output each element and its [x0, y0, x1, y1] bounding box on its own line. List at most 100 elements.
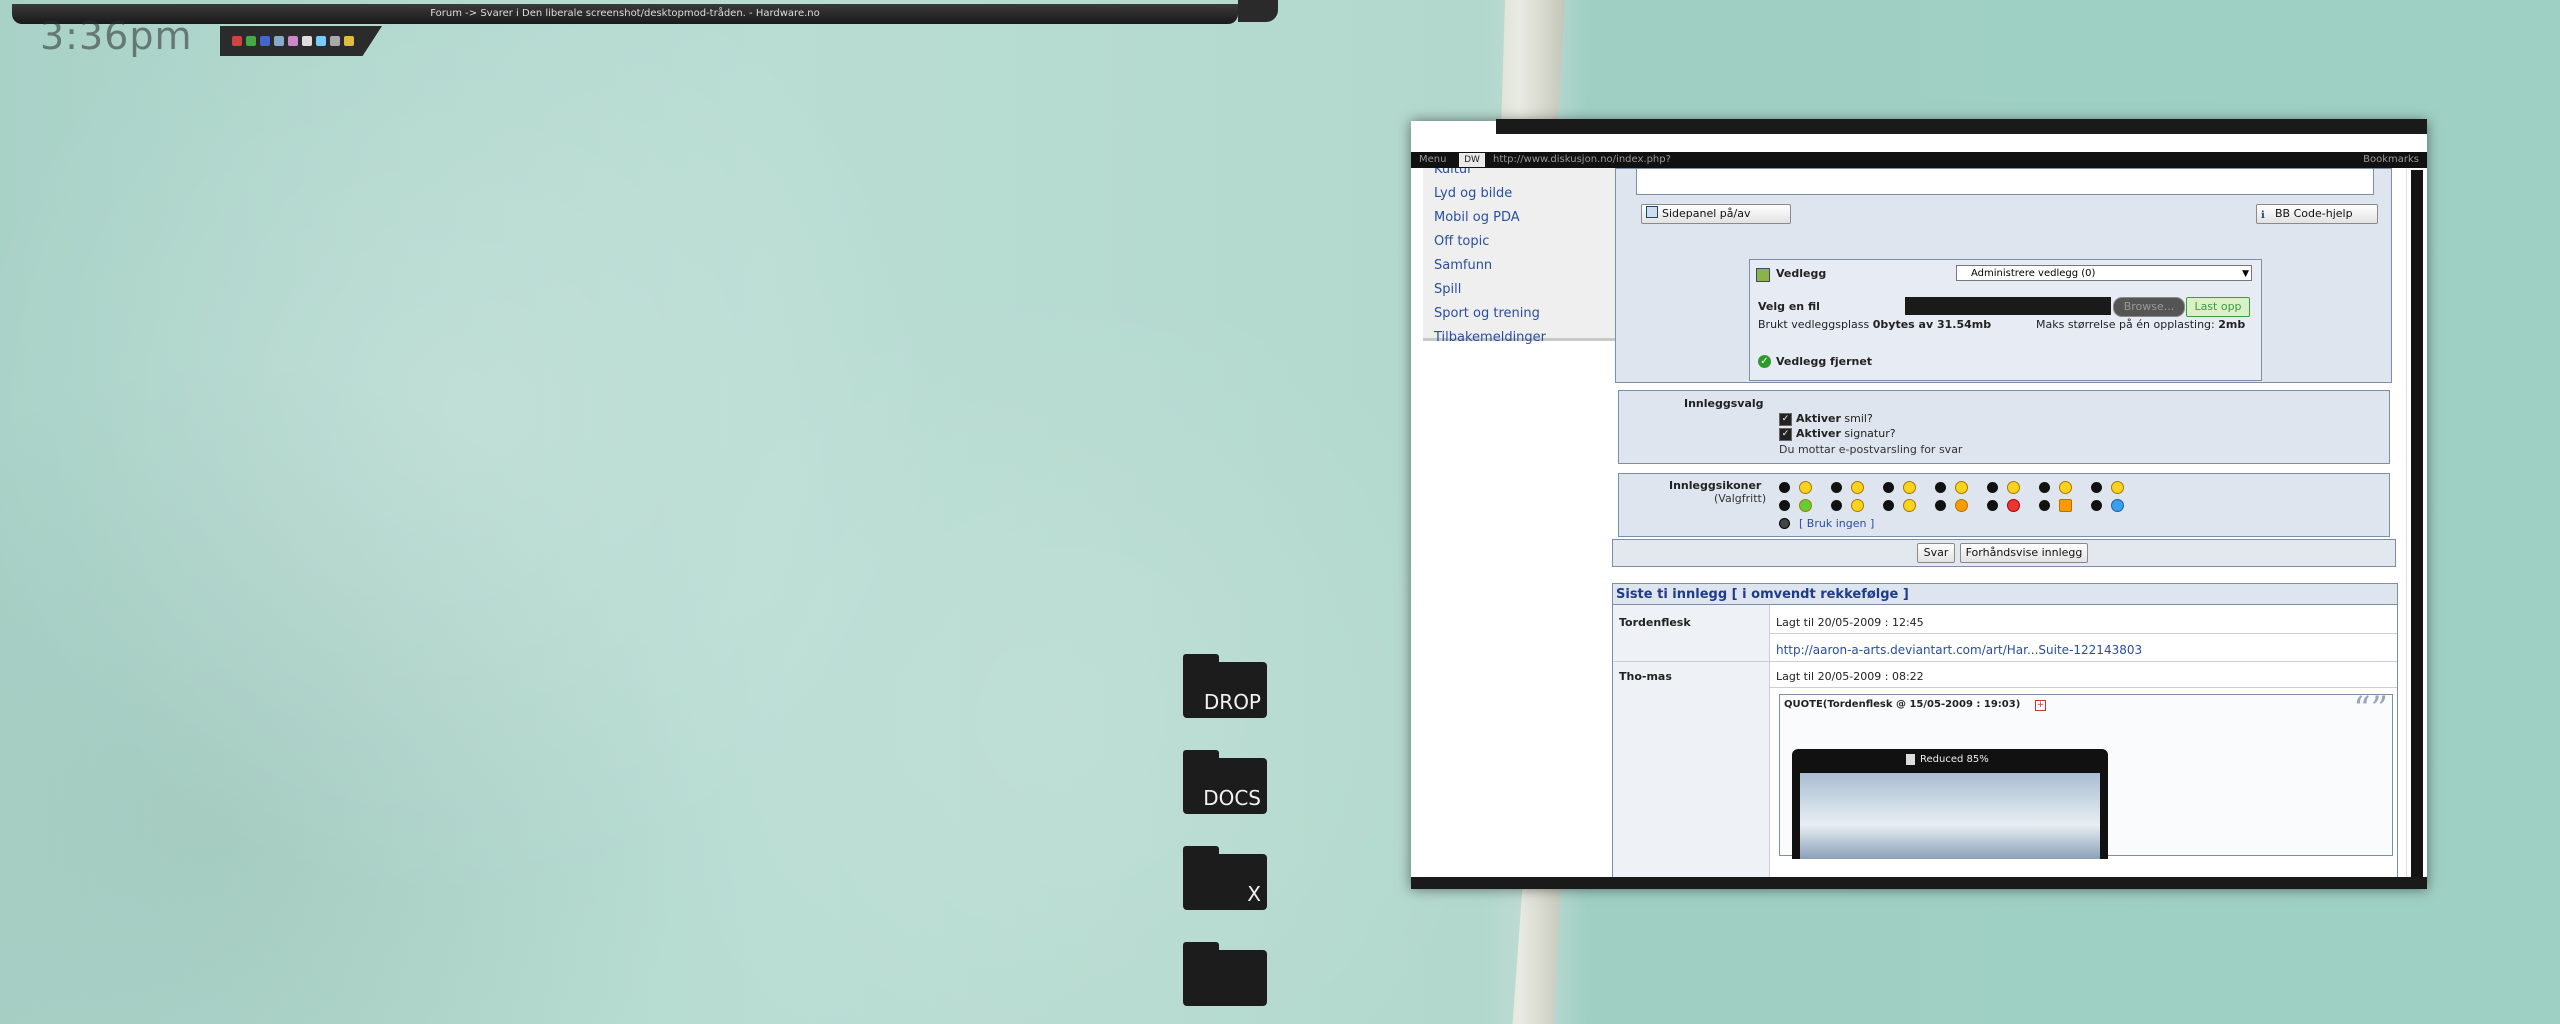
tray-app-icon[interactable]	[260, 36, 270, 46]
browse-button[interactable]: Browse...	[2113, 297, 2185, 317]
bookmarks-button[interactable]: Bookmarks	[2363, 152, 2419, 168]
sidebar-item-lyd-og-bilde[interactable]: Lyd og bilde	[1434, 186, 1512, 201]
panel-icon	[1646, 206, 1658, 218]
icon-radio[interactable]	[2039, 482, 2050, 493]
smile-icon	[2007, 481, 2020, 494]
question-icon	[2111, 499, 2124, 512]
sidebar-item-mobil-og-pda[interactable]: Mobil og PDA	[1434, 210, 1520, 225]
post-author: Tordenflesk	[1619, 616, 1691, 629]
sidebar-item-off-topic[interactable]: Off topic	[1434, 234, 1489, 249]
reduced-image[interactable]: Reduced 85%	[1792, 749, 2108, 859]
tray-app-icon[interactable]	[344, 36, 354, 46]
icon-radio[interactable]	[1779, 500, 1790, 511]
checkmark-icon: ✓	[1758, 355, 1771, 368]
post-author: Tho-mas	[1619, 670, 1672, 683]
icon-radio[interactable]	[1883, 500, 1894, 511]
window-title: Forum -> Svarer i Den liberale screensho…	[430, 8, 820, 19]
smile-icon	[1799, 481, 1812, 494]
scrollbar[interactable]	[2406, 168, 2427, 880]
reply-button[interactable]: Svar	[1917, 543, 1955, 563]
folder-drop[interactable]: DROP	[1183, 654, 1267, 718]
used-space: Brukt vedleggsplass 0bytes av 31.54mb	[1758, 318, 1991, 331]
sidepanel-label: Sidepanel på/av	[1662, 207, 1751, 220]
icon-radio[interactable]	[2091, 500, 2102, 511]
option-rest: signatur?	[1844, 427, 1896, 440]
tray-app-icon[interactable]	[330, 36, 340, 46]
scrollbar-thumb[interactable]	[2411, 170, 2423, 880]
choose-file-label: Velg en fil	[1758, 300, 1820, 313]
icon-grid	[1779, 481, 2159, 518]
folder-docs[interactable]: DOCS	[1183, 750, 1267, 814]
tray-app-icon[interactable]	[288, 36, 298, 46]
icon-radio[interactable]	[1935, 500, 1946, 511]
attachment-icon	[1756, 268, 1770, 282]
quote-marks-icon: “”	[2353, 689, 2388, 729]
smile-icon	[1851, 481, 1864, 494]
enable-smilies-checkbox[interactable]: ✓	[1779, 413, 1792, 426]
folder-label: X	[1247, 882, 1261, 906]
document-icon	[1906, 754, 1915, 765]
attachments-box: Vedlegg Administrere vedlegg (0) ▼ Velg …	[1749, 259, 2262, 381]
info-icon: ℹ	[2261, 210, 2265, 221]
enable-signature-label: Aktiver signatur?	[1796, 427, 1896, 440]
icon-radio[interactable]	[1935, 482, 1946, 493]
tray-app-icon[interactable]	[316, 36, 326, 46]
window-title-bar[interactable]: Forum -> Svarer i Den liberale screensho…	[12, 4, 1238, 24]
browser-toolbar: Menu DW http://www.diskusjon.no/index.ph…	[1411, 152, 2427, 168]
forum-sidebar: Kultur Lyd og bilde Mobil og PDA Off top…	[1423, 168, 1641, 345]
folder-label: DROP	[1203, 690, 1261, 714]
image-preview	[1800, 773, 2100, 859]
wallpaper	[0, 0, 1520, 1024]
email-notify-text: Du mottar e-postvarsling for svar	[1779, 443, 1963, 456]
message-textarea[interactable]	[1636, 169, 2374, 195]
sidebar-item-sport-og-trening[interactable]: Sport og trening	[1434, 306, 1540, 321]
folder-x[interactable]: X	[1183, 846, 1267, 910]
post-link[interactable]: http://aaron-a-arts.deviantart.com/art/H…	[1776, 643, 2142, 657]
bbcode-help-button[interactable]: ℹ BB Code-hjelp	[2256, 204, 2378, 224]
max-size-label: Maks størrelse på én opplasting:	[2036, 318, 2215, 331]
post-options-panel: Innleggsvalg ✓ Aktiver smil? ✓ Aktiver s…	[1618, 390, 2390, 464]
use-none-link[interactable]: [ Bruk ingen ]	[1799, 517, 1874, 530]
icon-radio[interactable]	[1831, 482, 1842, 493]
preview-button[interactable]: Forhåndsvise innlegg	[1960, 543, 2088, 563]
attachments-title: Vedlegg	[1776, 267, 1827, 280]
smile-icon	[2111, 481, 2124, 494]
address-bar[interactable]: http://www.diskusjon.no/index.php?	[1493, 152, 1671, 168]
tray-app-icon[interactable]	[232, 36, 242, 46]
tray-app-icon[interactable]	[302, 36, 312, 46]
sidebar-item-samfunn[interactable]: Samfunn	[1434, 258, 1492, 273]
smile-icon	[1903, 481, 1916, 494]
last-posts-header: Siste ti innlegg [ i omvendt rekkefølge …	[1616, 587, 1909, 602]
icon-radio[interactable]	[1779, 482, 1790, 493]
tray-app-icon[interactable]	[246, 36, 256, 46]
tray-app-icon[interactable]	[274, 36, 284, 46]
icon-radio[interactable]	[1831, 500, 1842, 511]
browser-title-strip[interactable]	[1496, 119, 2427, 134]
expand-icon[interactable]: +	[2035, 700, 2046, 711]
post-icons-title: Innleggsikoner	[1669, 479, 1762, 492]
browser-bottom-strip	[1411, 877, 2427, 889]
attachment-removed-message: Vedlegg fjernet	[1776, 355, 1873, 368]
sidebar-item-kultur[interactable]: Kultur	[1434, 168, 1472, 177]
used-space-value: 0bytes av 31.54mb	[1872, 318, 1992, 331]
menu-button[interactable]: Menu	[1419, 152, 1446, 168]
folder-unnamed[interactable]	[1183, 942, 1267, 1006]
sidebar-item-tilbakemeldinger[interactable]: Tilbakemeldinger	[1434, 330, 1546, 345]
icon-radio[interactable]	[2039, 500, 2050, 511]
option-bold: Aktiver	[1796, 427, 1841, 440]
upload-button[interactable]: Last opp	[2186, 297, 2250, 317]
post-meta: Lagt til 20/05-2009 : 08:22	[1776, 670, 1924, 683]
site-logo-icon[interactable]: DW	[1459, 153, 1485, 167]
author-column	[1613, 605, 1770, 877]
enable-signature-checkbox[interactable]: ✓	[1779, 428, 1792, 441]
file-path-input[interactable]	[1905, 297, 2111, 315]
icon-radio[interactable]	[1987, 482, 1998, 493]
icon-radio[interactable]	[1987, 500, 1998, 511]
icon-radio[interactable]	[1883, 482, 1894, 493]
sidepanel-toggle-button[interactable]: Sidepanel på/av	[1641, 204, 1791, 224]
attachments-select-value: Administrere vedlegg (0)	[1971, 268, 2096, 279]
no-icon-radio[interactable]	[1779, 518, 1790, 529]
attachments-select[interactable]: Administrere vedlegg (0) ▼	[1956, 265, 2252, 281]
sidebar-item-spill[interactable]: Spill	[1434, 282, 1461, 297]
icon-radio[interactable]	[2091, 482, 2102, 493]
